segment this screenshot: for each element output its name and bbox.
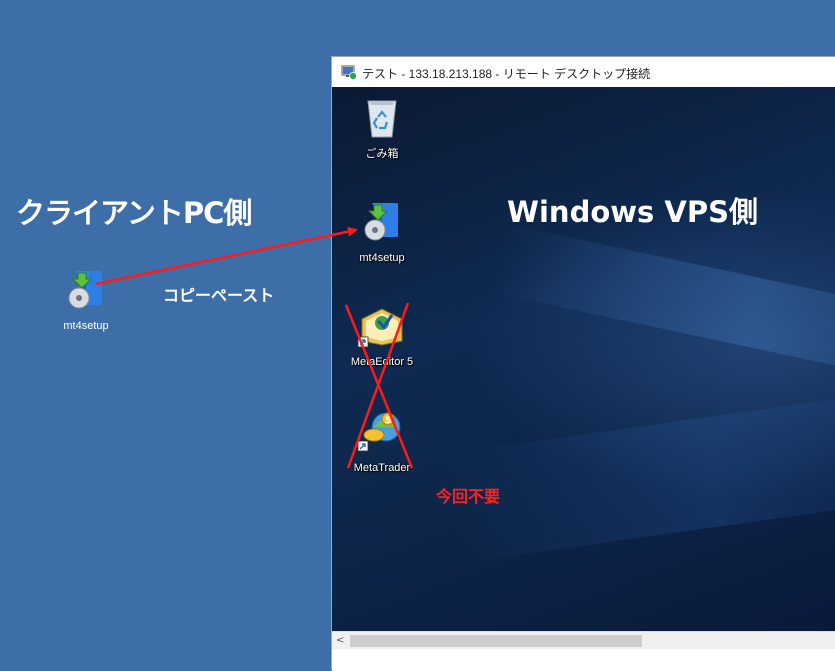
- annotation-overlay: [95, 226, 414, 469]
- cross-out-line: [346, 302, 410, 469]
- copy-arrow: [95, 226, 358, 286]
